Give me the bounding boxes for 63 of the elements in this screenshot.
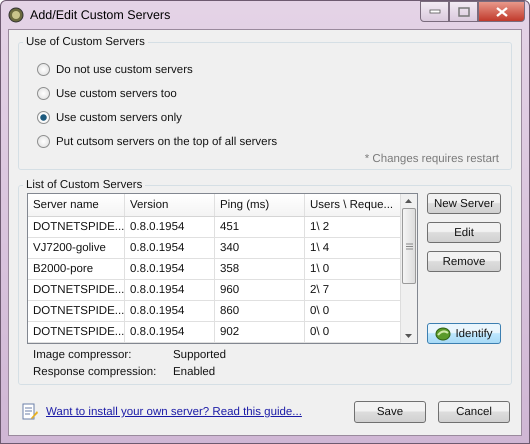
table-cell-text: 1\ 2 [309, 220, 330, 235]
table-row[interactable]: DOTNETSPIDE... 0.8.0.1954 960 2\ 7 [28, 280, 400, 301]
column-header[interactable]: Server name [28, 194, 125, 216]
group-title: Use of Custom Servers [25, 36, 146, 48]
table-cell-text: 2\ 7 [309, 283, 330, 298]
table-row[interactable]: DOTNETSPIDE... 0.8.0.1954 902 0\ 0 [28, 322, 400, 343]
column-header[interactable]: Users \ Reque... [305, 194, 400, 216]
info-value: Supported [173, 349, 228, 361]
window-title: Add/Edit Custom Servers [30, 8, 170, 22]
column-header[interactable]: Ping (ms) [215, 194, 305, 216]
info-value: Enabled [173, 366, 216, 378]
close-icon [494, 6, 508, 16]
table-cell: DOTNETSPIDE... [28, 217, 125, 237]
column-header[interactable]: Version [125, 194, 215, 216]
list-button[interactable]: Edit [427, 222, 501, 243]
table-cell: DOTNETSPIDE... [28, 322, 125, 342]
table-cell-text: 0\ 0 [309, 304, 330, 319]
table-cell: 0.8.0.1954 [125, 238, 215, 258]
group-title: List of Custom Servers [25, 179, 144, 191]
grip-icon [406, 242, 412, 250]
table-cell: B2000-pore [28, 259, 125, 279]
maximize-button[interactable] [449, 1, 478, 22]
table-cell: 0.8.0.1954 [125, 217, 215, 237]
radio-option[interactable]: Use custom servers too [37, 85, 503, 102]
table-cell: DOTNETSPIDE... [28, 301, 125, 321]
table-cell: 0.8.0.1954 [125, 280, 215, 300]
table-cell: 0.8.0.1954 [125, 259, 215, 279]
table-cell: 960 [215, 280, 305, 300]
minimize-icon [428, 8, 440, 14]
radio-option[interactable]: Use custom servers only [37, 109, 503, 126]
table-cell: 451 [215, 217, 305, 237]
document-icon [22, 403, 38, 421]
dialog-button[interactable]: Save [354, 401, 426, 423]
table-cell-text: 1\ 0 [309, 262, 330, 277]
table-cell-text: 1\ 4 [309, 241, 330, 256]
table-row[interactable]: VJ7200-golive 0.8.0.1954 340 1\ 4 [28, 238, 400, 259]
table-row[interactable]: B2000-pore 0.8.0.1954 358 1\ 0 [28, 259, 400, 280]
table-cell: 340 [215, 238, 305, 258]
minimize-button[interactable] [420, 1, 449, 22]
table-cell: 0.8.0.1954 [125, 322, 215, 342]
close-button[interactable] [478, 1, 525, 22]
maximize-icon [458, 6, 470, 16]
guide-link[interactable]: Want to install your own server? Read this guide... [46, 406, 302, 418]
info-label: Response compression: [33, 366, 158, 378]
table-cell: DOTNETSPIDE... [28, 280, 125, 300]
table-cell: 358 [215, 259, 305, 279]
radio-option[interactable]: Put cutsom servers on the top of all servers [37, 133, 503, 150]
table-row[interactable]: DOTNETSPIDE... 0.8.0.1954 860 0\ 0 [28, 301, 400, 322]
scrollbar[interactable] [400, 194, 417, 343]
table-cell: 860 [215, 301, 305, 321]
table-cell: 0.8.0.1954 [125, 301, 215, 321]
list-button[interactable]: New Server [427, 193, 501, 214]
identify-button[interactable]: Identify [427, 323, 501, 344]
radio-option[interactable]: Do not use custom servers [37, 61, 503, 78]
list-button[interactable]: Remove [427, 251, 501, 272]
app-icon [8, 7, 24, 23]
restart-note: * Changes requires restart [364, 152, 500, 165]
dialog-button[interactable]: Cancel [438, 401, 510, 423]
info-label: Image compressor: [33, 349, 132, 361]
table-cell: VJ7200-golive [28, 238, 125, 258]
table-row[interactable]: DOTNETSPIDE... 0.8.0.1954 451 1\ 2 [28, 217, 400, 238]
table-cell: 902 [215, 322, 305, 342]
table-cell-text: 0\ 0 [309, 325, 330, 340]
